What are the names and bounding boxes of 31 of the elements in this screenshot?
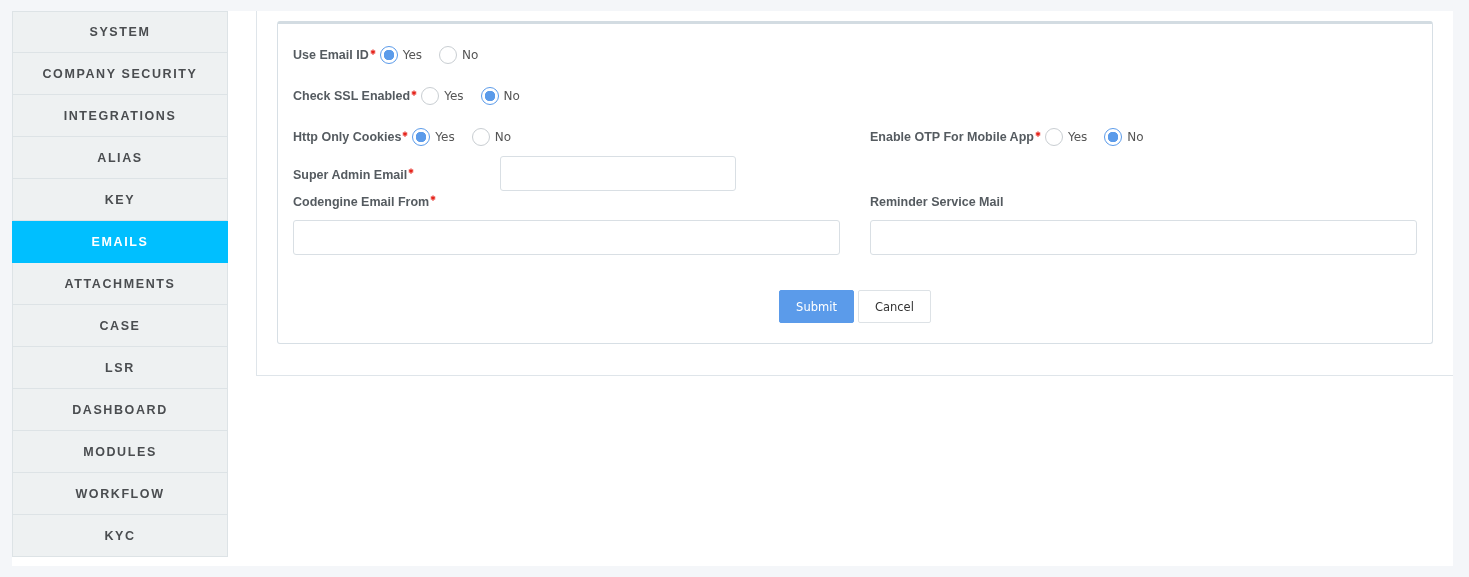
radio-option[interactable]: Yes: [1044, 128, 1088, 146]
radio-option[interactable]: No: [471, 128, 512, 146]
field-label: Check SSL Enabled: [293, 89, 411, 103]
field-label: Super Admin Email: [293, 168, 408, 182]
sidebar-item[interactable]: DASHBOARD: [12, 389, 228, 431]
sidebar-item[interactable]: COMPANY SECURITY: [12, 53, 228, 95]
field-label: Http Only Cookies: [293, 130, 402, 144]
radio-option[interactable]: Yes: [379, 46, 423, 64]
sidebar-item[interactable]: SYSTEM: [12, 11, 228, 53]
sidebar-item[interactable]: KYC: [12, 515, 228, 557]
field-label: Use Email ID: [293, 48, 369, 62]
radio-option[interactable]: No: [480, 87, 520, 105]
field-label: Codengine Email From: [293, 195, 430, 209]
input-field[interactable]: [293, 220, 840, 255]
radio-option[interactable]: No: [1104, 128, 1144, 146]
input-field[interactable]: [500, 156, 736, 191]
sidebar-item[interactable]: WORKFLOW: [12, 473, 228, 515]
radio-option[interactable]: No: [439, 46, 479, 64]
radio-option[interactable]: Yes: [421, 87, 464, 105]
sidebar-item[interactable]: LSR: [12, 347, 228, 389]
sidebar-item[interactable]: MODULES: [12, 431, 228, 473]
field-label: Reminder Service Mail: [870, 195, 1004, 209]
sidebar-item[interactable]: INTEGRATIONS: [12, 95, 228, 137]
sidebar-item[interactable]: CASE: [12, 305, 228, 347]
sidebar-item[interactable]: ALIAS: [12, 137, 228, 179]
cancel-button[interactable]: Cancel: [857, 290, 931, 323]
sidebar-item[interactable]: KEY: [12, 179, 228, 221]
field-label: Enable OTP For Mobile App: [870, 130, 1034, 144]
sidebar-item[interactable]: ATTACHMENTS: [12, 263, 228, 305]
input-field[interactable]: [870, 220, 1417, 255]
radio-option[interactable]: Yes: [412, 128, 455, 146]
